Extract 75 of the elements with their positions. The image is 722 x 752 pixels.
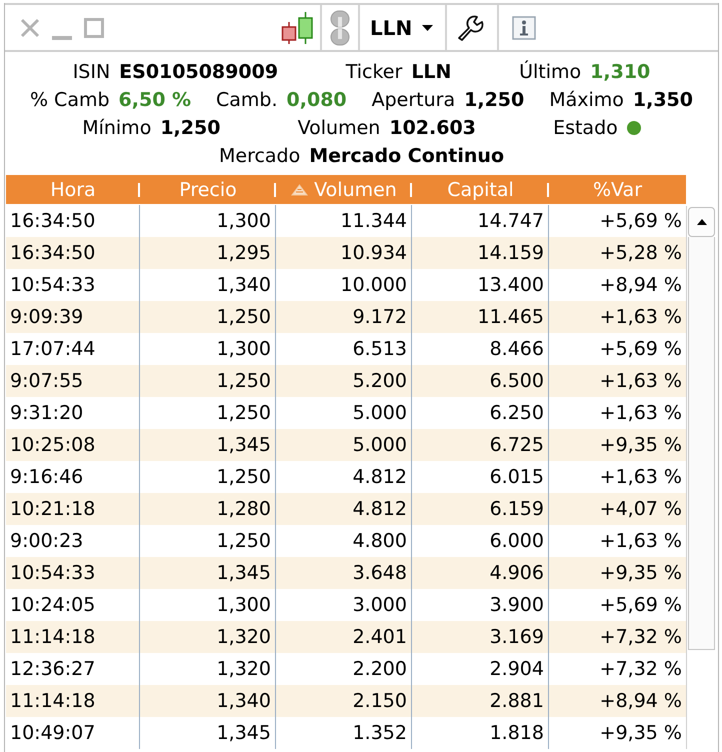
field-value: 1,250 xyxy=(464,89,524,111)
table-cell: +7,32 % xyxy=(549,621,686,653)
scroll-up-button[interactable] xyxy=(688,207,715,237)
table-cell: 4.812 xyxy=(276,493,412,525)
symbol-dropdown[interactable]: LLN xyxy=(366,14,438,42)
table-cell: 4.906 xyxy=(412,557,549,589)
table-cell: 14.159 xyxy=(412,237,549,269)
field-value: 1,350 xyxy=(632,89,693,111)
field-label: Último xyxy=(519,61,582,83)
info-icon[interactable] xyxy=(512,16,536,40)
table-cell: 10:54:33 xyxy=(6,557,140,589)
table-cell: 1,295 xyxy=(140,237,276,269)
field-value: 1,250 xyxy=(160,117,220,139)
table-cell: 1,340 xyxy=(140,685,276,717)
caret-icon xyxy=(422,24,434,30)
table-cell: 11:14:18 xyxy=(6,685,140,717)
table-cell: 2.150 xyxy=(276,685,412,717)
table-cell: 10.934 xyxy=(276,237,412,269)
field-value: ES0105089009 xyxy=(119,61,278,83)
table-cell: +9,35 % xyxy=(549,429,686,461)
table-cell: 9.172 xyxy=(276,301,412,333)
column-header[interactable]: Precio xyxy=(140,175,276,204)
chain-link-icon[interactable] xyxy=(330,10,350,46)
table-cell: 2.401 xyxy=(276,621,412,653)
column-header[interactable]: Hora xyxy=(6,175,140,204)
table-cell: 1,320 xyxy=(140,621,276,653)
table-cell: 2.881 xyxy=(412,685,549,717)
field-label: ISIN xyxy=(72,61,110,83)
field-label: Volumen xyxy=(298,117,380,139)
table-cell: 5.200 xyxy=(276,365,412,397)
table-cell: 1,345 xyxy=(140,557,276,589)
table-cell: 6.725 xyxy=(412,429,549,461)
table-cell: +9,35 % xyxy=(549,557,686,589)
column-header[interactable]: Volumen xyxy=(276,175,412,204)
table-cell: 11:14:18 xyxy=(6,621,140,653)
table-cell: +5,28 % xyxy=(549,237,686,269)
table-cell: 16:34:50 xyxy=(6,237,140,269)
table-cell: +1,63 % xyxy=(549,301,686,333)
column-header[interactable]: Capital xyxy=(412,175,549,204)
table-cell: 1,250 xyxy=(140,365,276,397)
up-arrow-icon xyxy=(696,219,706,225)
table-cell: 10:21:18 xyxy=(6,493,140,525)
table-cell: 10:25:08 xyxy=(6,429,140,461)
table-cell: 6.159 xyxy=(412,493,549,525)
wrench-icon[interactable] xyxy=(457,14,486,42)
field-label: Ticker xyxy=(346,61,402,83)
field-value: 102.603 xyxy=(389,117,476,139)
field-label: Mercado xyxy=(218,145,300,167)
field-value: 6,50 % xyxy=(118,89,192,111)
table-cell: +4,07 % xyxy=(549,493,686,525)
field-label: Camb. xyxy=(216,89,278,111)
table-cell: 9:09:39 xyxy=(6,301,140,333)
table-cell: +1,63 % xyxy=(549,365,686,397)
scrollbar-thumb[interactable] xyxy=(688,237,715,650)
candlestick-icon[interactable] xyxy=(281,12,313,44)
field-label: % Camb xyxy=(30,89,110,111)
table-cell: 11.465 xyxy=(412,301,549,333)
table-cell: +8,94 % xyxy=(549,685,686,717)
field-label: Apertura xyxy=(372,89,456,111)
table-cell: 9:07:55 xyxy=(6,365,140,397)
table-cell: 5.000 xyxy=(276,429,412,461)
table-cell: 3.648 xyxy=(276,557,412,589)
field-label: Mínimo xyxy=(82,117,152,139)
field-value: 1,310 xyxy=(590,61,650,83)
field-value: LLN xyxy=(411,61,452,83)
field-value: Mercado Continuo xyxy=(309,145,504,167)
table-cell: 1,250 xyxy=(140,301,276,333)
field-label: Máximo xyxy=(549,89,624,111)
field-value: 0,080 xyxy=(286,89,347,111)
table-cell: 3.169 xyxy=(412,621,549,653)
field-label: Estado xyxy=(553,117,618,139)
table-cell: 1,280 xyxy=(140,493,276,525)
table-cell: 1,345 xyxy=(140,429,276,461)
column-header[interactable]: %Var xyxy=(549,175,686,204)
table-cell: 6.500 xyxy=(412,365,549,397)
